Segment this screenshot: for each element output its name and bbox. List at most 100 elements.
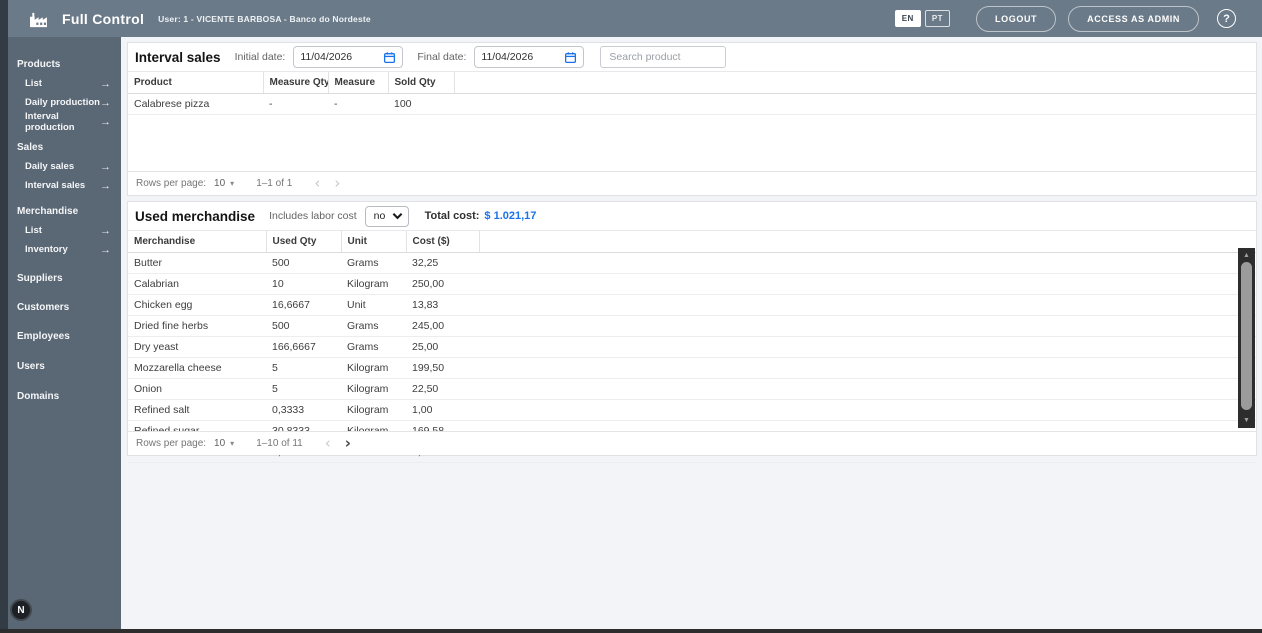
arrow-right-icon: → — [100, 115, 111, 128]
final-date-value: 11/04/2026 — [481, 51, 534, 63]
cell: 166,6667 — [266, 336, 341, 358]
sidebar-label: Interval sales — [25, 180, 86, 191]
cell — [479, 399, 1256, 421]
labor-cost-select[interactable]: no — [364, 205, 409, 227]
cell — [454, 93, 1256, 115]
used-merchandise-table: Merchandise Used Qty Unit Cost ($) Butte… — [128, 230, 1256, 463]
initial-date-value: 11/04/2026 — [300, 51, 353, 63]
final-date-label: Final date: — [417, 51, 467, 63]
sidebar-item-domains[interactable]: Domains — [0, 387, 121, 406]
logout-button[interactable]: LOGOUT — [976, 5, 1057, 32]
column-header-filler — [453, 71, 1256, 94]
cell: Dry yeast — [128, 336, 266, 358]
cell — [479, 315, 1256, 337]
sidebar-item-interval-production[interactable]: Interval production → — [0, 110, 121, 133]
sidebar-item-employees[interactable]: Employees — [0, 327, 121, 346]
cell: 0,3333 — [266, 399, 341, 421]
table-row: Refined salt 0,3333 Kilogram 1,00 — [128, 399, 1256, 421]
column-header-cost: Cost ($) — [405, 230, 479, 253]
column-header-merchandise: Merchandise — [128, 230, 266, 253]
cell: 500 — [266, 252, 341, 274]
cell: Calabrese pizza — [128, 93, 263, 115]
language-switcher: EN PT — [894, 10, 951, 27]
sidebar-section-products[interactable]: Products — [0, 55, 121, 74]
topbar-actions: EN PT LOGOUT ACCESS AS ADMIN ? — [894, 5, 1236, 32]
sidebar-item-customers[interactable]: Customers — [0, 298, 121, 317]
interval-sales-header: Interval sales Initial date: 11/04/2026 … — [128, 43, 1256, 71]
next-page-icon[interactable]: › — [345, 436, 351, 451]
used-merchandise-header: Used merchandise Includes labor cost no … — [128, 202, 1256, 230]
access-as-admin-button[interactable]: ACCESS AS ADMIN — [1068, 5, 1199, 32]
cell: - — [263, 93, 328, 115]
calendar-icon[interactable] — [564, 51, 577, 64]
avatar[interactable]: N — [10, 599, 32, 621]
interval-sales-title: Interval sales — [135, 49, 221, 65]
interval-sales-card: Interval sales Initial date: 11/04/2026 … — [127, 42, 1257, 196]
sidebar-label: Products — [17, 59, 61, 70]
scroll-up-icon[interactable]: ▲ — [1238, 249, 1255, 262]
sidebar-item-daily-sales[interactable]: Daily sales → — [0, 157, 121, 176]
initial-date-input[interactable]: 11/04/2026 — [293, 46, 404, 68]
cell: 25,00 — [406, 336, 479, 358]
sidebar-item-merchandise-list[interactable]: List → — [0, 221, 121, 240]
cell: 250,00 — [406, 273, 479, 295]
scroll-down-icon[interactable]: ▼ — [1238, 414, 1255, 427]
sidebar-section-sales[interactable]: Sales — [0, 138, 121, 157]
previous-page-icon[interactable]: ‹ — [325, 436, 331, 451]
final-date-input[interactable]: 11/04/2026 — [474, 46, 585, 68]
cell: Butter — [128, 252, 266, 274]
arrow-right-icon: → — [100, 96, 111, 109]
cell: 10 — [266, 273, 341, 295]
lang-pt-button[interactable]: PT — [924, 10, 951, 27]
sidebar-label: List — [25, 78, 42, 89]
sidebar-label: Customers — [17, 302, 70, 313]
arrow-right-icon: → — [100, 224, 111, 237]
sidebar-item-inventory[interactable]: Inventory → — [0, 240, 121, 259]
sidebar-label: Users — [17, 361, 45, 372]
cell: Grams — [341, 336, 406, 358]
sidebar-label: Domains — [17, 391, 60, 402]
used-merchandise-card: Used merchandise Includes labor cost no … — [127, 201, 1257, 463]
sidebar-item-products-list[interactable]: List → — [0, 74, 121, 93]
chevron-down-icon — [392, 212, 402, 220]
topbar: Full Control User: 1 - VICENTE BARBOSA -… — [0, 0, 1262, 37]
caret-down-icon: ▾ — [230, 179, 235, 188]
table-row: Onion 5 Kilogram 22,50 — [128, 378, 1256, 400]
page-range: 1–10 of 11 — [256, 438, 303, 449]
column-header-measure-qty: Measure Qty — [262, 71, 328, 94]
table-row: Butter 500 Grams 32,25 — [128, 252, 1256, 274]
next-page-icon[interactable]: › — [334, 176, 340, 191]
sidebar-label: Interval production — [25, 110, 75, 133]
calendar-icon[interactable] — [383, 51, 396, 64]
page-left-scrollbar[interactable] — [0, 0, 8, 633]
factory-logo-icon — [30, 12, 47, 27]
cell: Kilogram — [341, 357, 406, 379]
used-merchandise-pagination: Rows per page: 10 ▾ 1–10 of 11 ‹ › — [128, 431, 1256, 455]
sidebar-item-interval-sales[interactable]: Interval sales → — [0, 176, 121, 195]
search-product-input[interactable] — [600, 46, 727, 68]
table-row: Chicken egg 16,6667 Unit 13,83 — [128, 294, 1256, 316]
help-icon[interactable]: ? — [1217, 9, 1236, 28]
main-content: Interval sales Initial date: 11/04/2026 … — [121, 37, 1262, 629]
cell: 5 — [266, 357, 341, 379]
sidebar-item-users[interactable]: Users — [0, 357, 121, 376]
table-vertical-scrollbar[interactable]: ▲ ▼ — [1238, 248, 1255, 428]
arrow-right-icon: → — [100, 77, 111, 90]
scrollbar-thumb[interactable] — [1241, 262, 1252, 410]
cell: Unit — [341, 294, 406, 316]
sidebar-item-suppliers[interactable]: Suppliers — [0, 269, 121, 288]
rows-per-page-select[interactable]: 10 ▾ — [214, 438, 234, 449]
cell — [479, 252, 1256, 274]
sidebar-item-daily-production[interactable]: Daily production → — [0, 93, 121, 112]
sidebar-section-merchandise[interactable]: Merchandise — [0, 202, 121, 221]
used-merchandise-title: Used merchandise — [135, 208, 256, 224]
page-horizontal-scrollbar[interactable] — [0, 629, 1262, 633]
arrow-right-icon: → — [100, 179, 111, 192]
previous-page-icon[interactable]: ‹ — [314, 176, 320, 191]
sidebar: Products List → Daily production → Interva… — [0, 37, 121, 629]
table-header-row: Product Measure Qty Measure Sold Qty — [128, 71, 1256, 94]
table-row: Calabrese pizza - - 100 — [128, 93, 1256, 115]
rows-per-page-select[interactable]: 10 ▾ — [214, 178, 234, 189]
lang-en-button[interactable]: EN — [894, 10, 921, 27]
rows-per-page-value: 10 — [214, 438, 226, 449]
